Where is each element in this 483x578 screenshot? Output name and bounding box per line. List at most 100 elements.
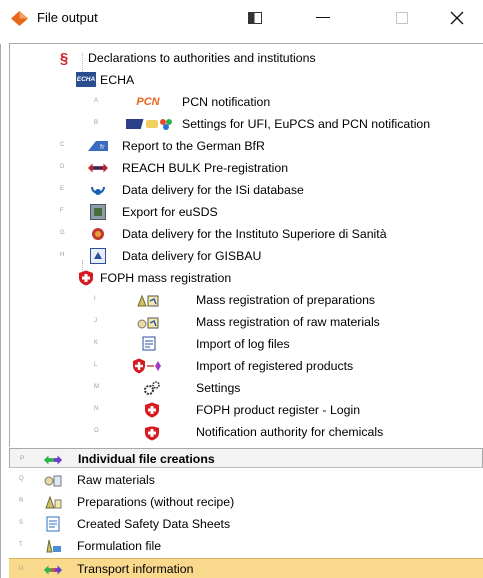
iss-icon (88, 226, 108, 242)
shortcut-letter: O (94, 428, 99, 434)
tree-item-eusds-export[interactable]: F Export for euSDS (10, 201, 480, 223)
isi-icon (88, 182, 108, 198)
group-created-sds[interactable]: S Created Safety Data Sheets (9, 513, 483, 535)
tree-item-label: Export for euSDS (122, 205, 218, 219)
gisbau-icon (88, 248, 108, 264)
log-files-icon (140, 336, 160, 352)
tree-item-label: ECHA (100, 73, 135, 87)
shortcut-letter: A (94, 98, 99, 104)
import-registered-icon (132, 358, 166, 374)
preparations-icon (43, 494, 63, 510)
reach-icon (88, 160, 108, 176)
tree-item-foph-mass-registration[interactable]: FOPH mass registration (10, 267, 480, 289)
tree-item-label: Data delivery for the ISi database (122, 183, 304, 197)
tree-item-import-registered-products[interactable]: L Import of registered products (10, 355, 480, 377)
tree-item-label: PCN notification (182, 95, 271, 109)
tree-item-label: Data delivery for GISBAU (122, 249, 262, 263)
shortcut-letter: T (19, 542, 23, 548)
shortcut-letter: H (60, 252, 65, 258)
tree-item-declarations[interactable]: § Declarations to authorities and instit… (10, 47, 480, 69)
tree-item-gisbau-delivery[interactable]: H Data delivery for GISBAU (10, 245, 480, 267)
tree-item-notification-authority[interactable]: O Notification authority for chemicals (10, 421, 480, 443)
left-border (0, 44, 1, 578)
bfr-icon: fr (88, 138, 108, 154)
group-formulation-file[interactable]: T Formulation file (9, 535, 483, 557)
tree-item-settings[interactable]: M Settings (10, 377, 480, 399)
tree-item-bfr-report[interactable]: C fr Report to the German BfR (10, 135, 480, 157)
shortcut-letter: I (94, 296, 96, 302)
group-label: Created Safety Data Sheets (77, 517, 231, 531)
echa-icon: ECHA (76, 72, 96, 87)
tree-item-label: Notification authority for chemicals (196, 425, 384, 439)
shortcut-letter: J (94, 318, 97, 324)
shortcut-letter: K (94, 340, 99, 346)
window-mode-icon[interactable] (244, 6, 266, 30)
shortcut-letter: Q (19, 476, 24, 482)
formulation-icon (43, 538, 63, 554)
tree-item-iss-delivery[interactable]: G Data delivery for the Instituto Superi… (10, 223, 480, 245)
output-tree: § Declarations to authorities and instit… (9, 43, 483, 447)
shortcut-letter: P (20, 456, 25, 462)
tree-item-echa[interactable]: ECHA ECHA (10, 69, 480, 91)
shortcut-letter: C (60, 142, 65, 148)
shortcut-letter: B (94, 120, 99, 126)
tree-item-label: FOPH mass registration (100, 271, 232, 285)
shortcut-letter: D (60, 164, 65, 170)
arrows-icon (43, 452, 63, 468)
swiss-cross-icon (142, 402, 162, 418)
section-icon: § (59, 49, 69, 67)
tree-item-import-log-files[interactable]: K Import of log files (10, 333, 480, 355)
minimize-button[interactable] (312, 6, 334, 30)
ufi-settings-icon (126, 116, 174, 132)
shortcut-letter: M (94, 384, 99, 390)
group-raw-materials[interactable]: Q Raw materials (9, 469, 483, 491)
tree-item-foph-product-register-login[interactable]: N FOPH product register - Login (10, 399, 480, 421)
tree-item-label: Import of log files (196, 337, 290, 351)
group-label: Transport information (77, 562, 194, 576)
tree-item-label: Settings for UFI, EuPCS and PCN notifica… (182, 117, 431, 131)
app-diamond-icon (11, 11, 28, 26)
tree-item-ufi-settings[interactable]: B Settings for UFI, EuPCS and PCN notifi… (10, 113, 480, 135)
tree-item-label: Report to the German BfR (122, 139, 265, 153)
tree-item-label: Mass registration of raw materials (196, 315, 380, 329)
shortcut-letter: G (60, 230, 65, 236)
shortcut-letter: N (94, 406, 99, 412)
tree-item-reach-bulk[interactable]: D REACH BULK Pre-registration (10, 157, 480, 179)
tree-item-label: Declarations to authorities and institut… (88, 51, 316, 65)
swiss-cross-icon (76, 270, 96, 286)
maximize-button[interactable] (395, 6, 409, 30)
tree-item-isi-delivery[interactable]: E Data delivery for the ISi database (10, 179, 480, 201)
tree-item-label: Settings (196, 381, 241, 395)
tree-item-label: Mass registration of preparations (196, 293, 376, 307)
notification-authority-icon (142, 423, 162, 441)
file-output-window: File output § Declarations to authoritie… (0, 0, 483, 578)
mass-raw-icon (136, 314, 162, 330)
title-bar: File output (0, 0, 483, 36)
raw-materials-icon (43, 472, 63, 488)
svg-text:fr: fr (100, 144, 105, 151)
shortcut-letter: S (19, 520, 24, 526)
gear-icon (142, 380, 162, 396)
transport-icon (43, 562, 63, 578)
tree-item-label: FOPH product register - Login (196, 403, 361, 417)
tree-item-mass-registration-preparations[interactable]: I Mass registration of preparations (10, 289, 480, 311)
group-label: Preparations (without recipe) (77, 495, 235, 509)
group-individual-file-creations[interactable]: P Individual file creations (9, 448, 483, 468)
eusds-icon (88, 204, 108, 220)
close-button[interactable] (447, 6, 467, 30)
tree-item-mass-registration-raw[interactable]: J Mass registration of raw materials (10, 311, 480, 333)
tree-item-label: Data delivery for the Instituto Superior… (122, 227, 387, 241)
window-title: File output (37, 10, 98, 25)
group-preparations[interactable]: R Preparations (without recipe) (9, 491, 483, 513)
group-label: Raw materials (77, 473, 155, 487)
tree-item-label: Import of registered products (196, 359, 354, 373)
group-transport-information[interactable]: U Transport information (9, 558, 483, 578)
shortcut-letter: F (60, 208, 64, 214)
shortcut-letter: E (60, 186, 65, 192)
group-label: Formulation file (77, 539, 162, 553)
tree-item-pcn-notification[interactable]: A PCN PCN notification (10, 91, 480, 113)
shortcut-letter: L (94, 362, 98, 368)
sds-icon (43, 516, 63, 532)
pcn-icon: PCN (136, 96, 160, 108)
shortcut-letter: U (19, 566, 24, 572)
